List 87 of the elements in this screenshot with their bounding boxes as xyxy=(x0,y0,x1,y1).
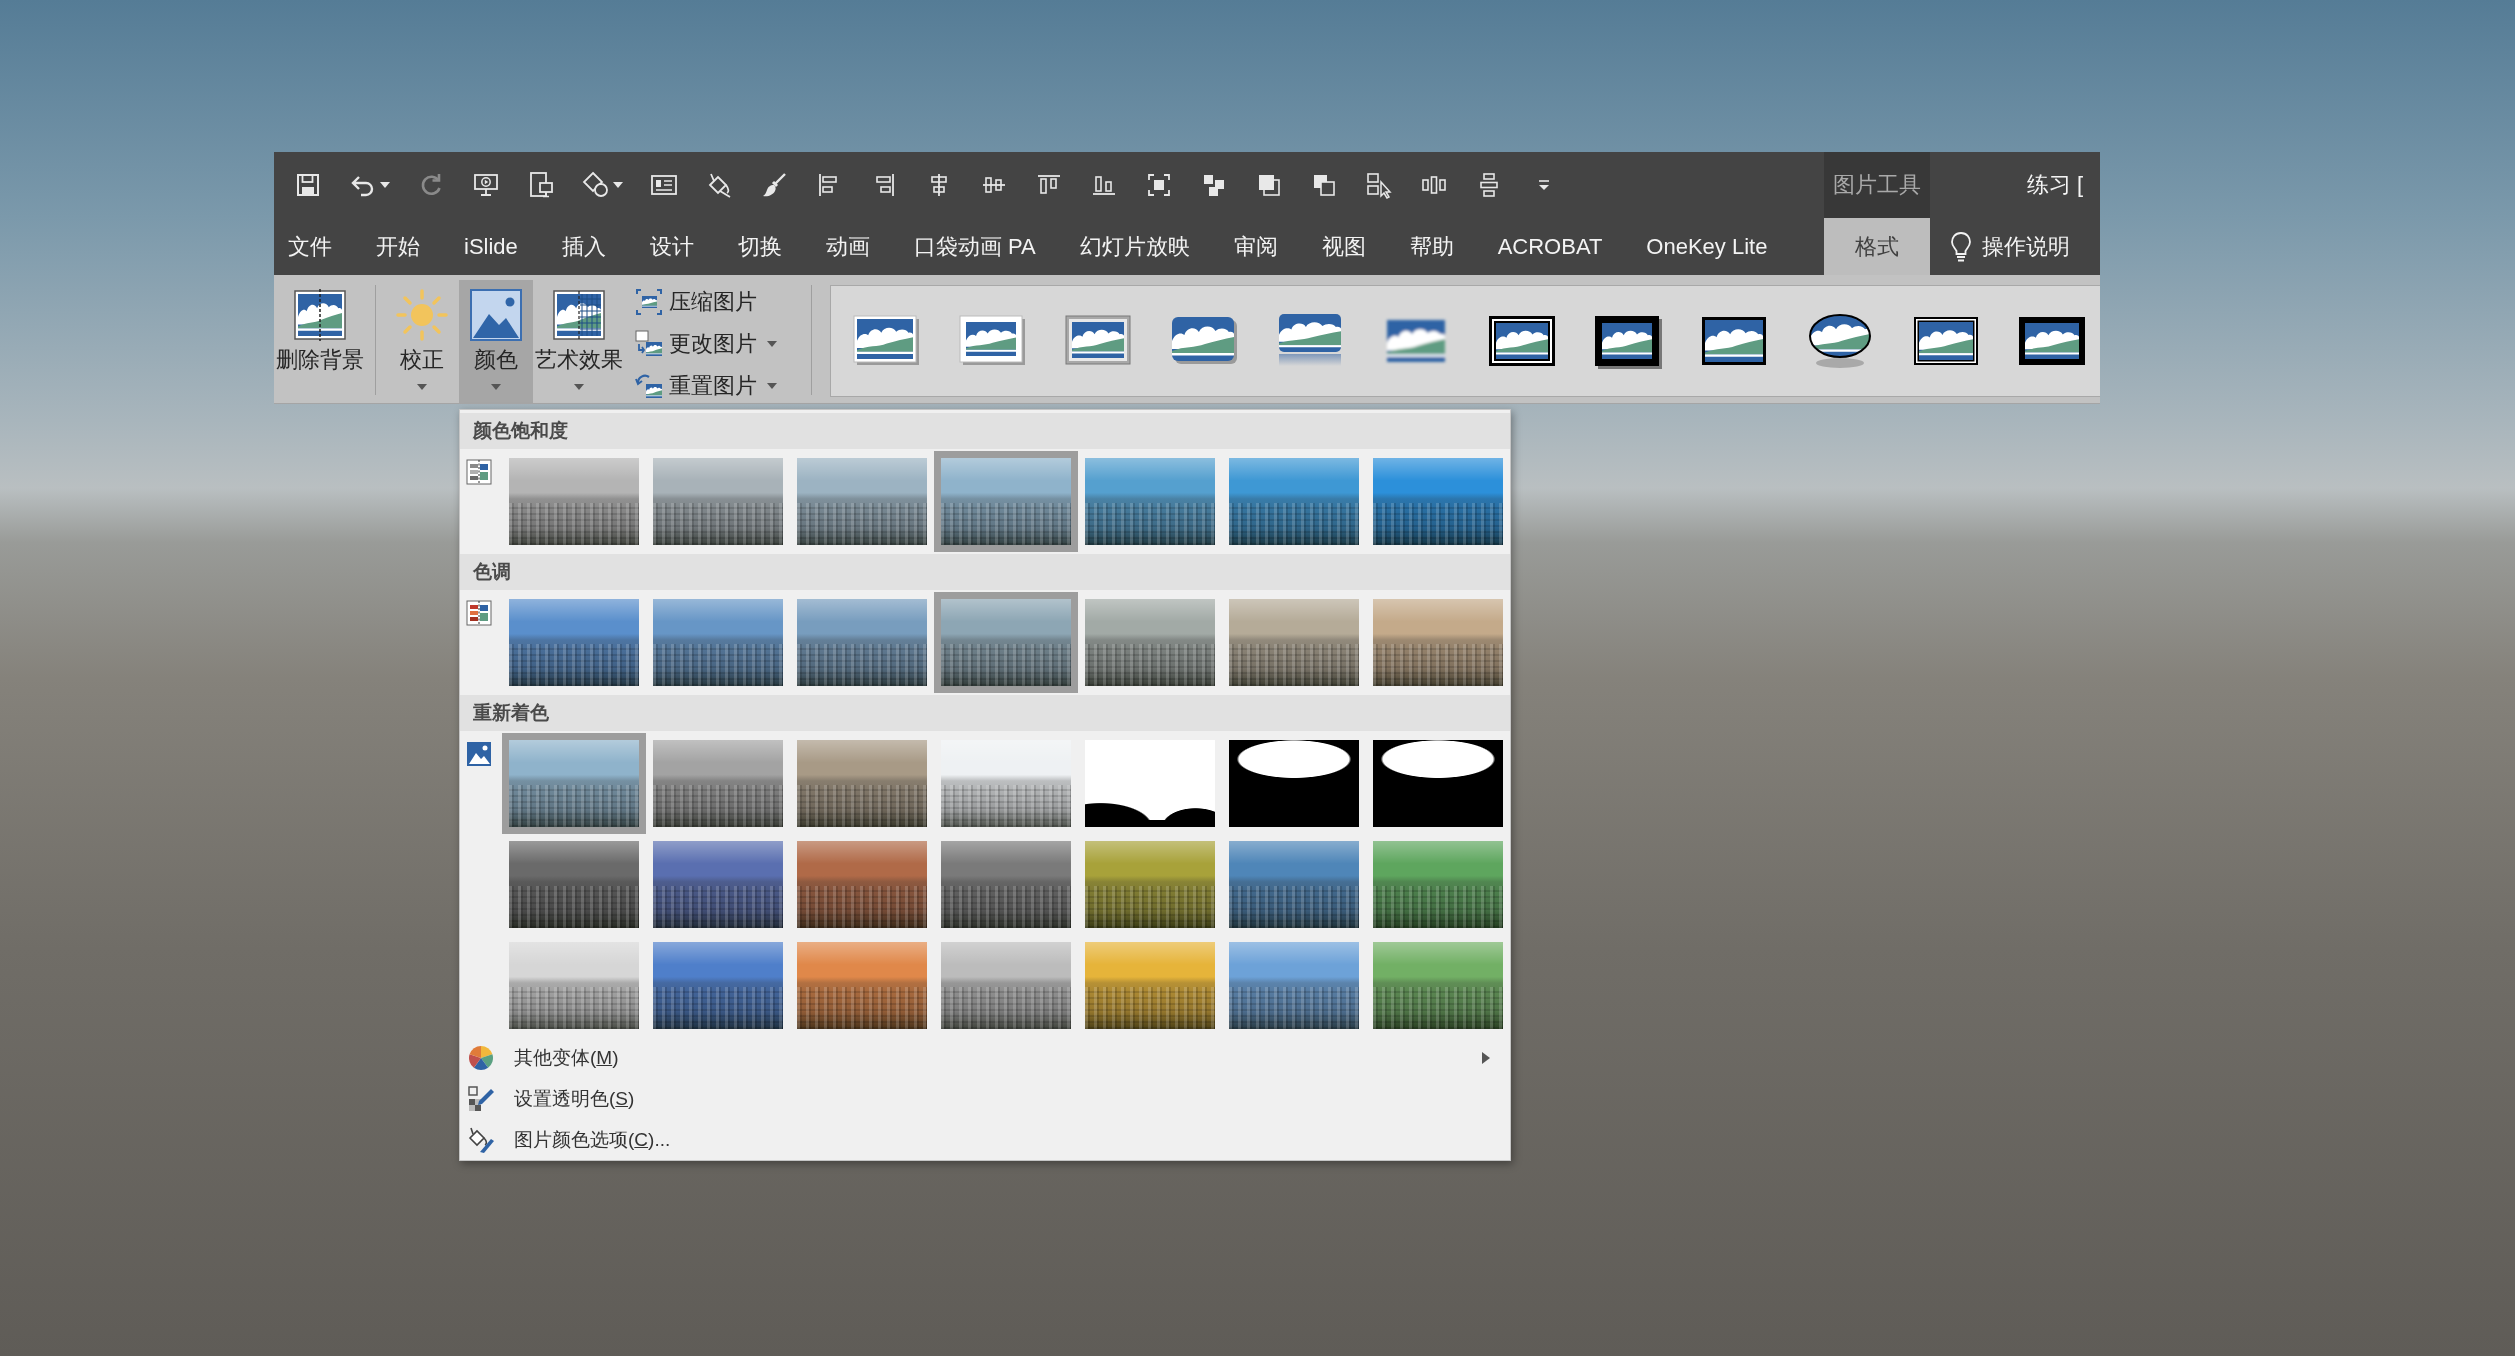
caret-icon[interactable] xyxy=(613,182,623,188)
color-preset-thumbnail[interactable] xyxy=(1229,458,1359,545)
selection-pane-icon[interactable] xyxy=(1365,171,1393,199)
ribbon-tab[interactable]: ACROBAT xyxy=(1475,218,1625,275)
color-preset-thumbnail[interactable] xyxy=(1085,942,1215,1029)
ribbon-tab[interactable]: 帮助 xyxy=(1387,218,1476,275)
section-header: 重新着色 xyxy=(460,695,1510,731)
color-preset-thumbnail[interactable] xyxy=(509,841,639,928)
ribbon-button[interactable]: 艺术效果 xyxy=(533,280,625,404)
picture-icon xyxy=(466,741,492,767)
tell-me-search[interactable]: 操作说明 xyxy=(1930,218,2100,275)
section-header: 颜色饱和度 xyxy=(460,413,1510,449)
ribbon-button[interactable]: 校正 xyxy=(385,280,459,404)
window-title: 练习 [ xyxy=(2026,171,2085,199)
color-preset-thumbnail[interactable] xyxy=(1229,841,1359,928)
color-preset-thumbnail[interactable] xyxy=(1085,740,1215,827)
color-preset-thumbnail[interactable] xyxy=(797,841,927,928)
group-icon[interactable] xyxy=(1145,171,1173,199)
color-preset-thumbnail[interactable] xyxy=(509,942,639,1029)
save-icon[interactable] xyxy=(294,171,322,199)
ribbon-button[interactable]: 删除背景 xyxy=(274,280,366,404)
section-header: 色调 xyxy=(460,554,1510,590)
picture-swap-icon xyxy=(635,330,663,358)
presentation-screen-icon[interactable] xyxy=(472,171,500,199)
picture-corners-icon xyxy=(635,288,663,316)
ribbon-tab[interactable]: 开始 xyxy=(354,218,442,275)
color-preset-thumbnail[interactable] xyxy=(934,592,1078,693)
ribbon-button[interactable]: 更改图片 xyxy=(631,323,781,365)
color-preset-thumbnail[interactable] xyxy=(1373,458,1503,545)
color-preset-thumbnail[interactable] xyxy=(1373,942,1503,1029)
color-preset-thumbnail[interactable] xyxy=(1373,740,1503,827)
color-preset-thumbnail[interactable] xyxy=(653,841,783,928)
ribbon-tab[interactable]: 文件 xyxy=(274,218,354,275)
color-wheel-icon xyxy=(467,1043,495,1072)
color-preset-thumbnail[interactable] xyxy=(509,599,639,686)
color-preset-thumbnail[interactable] xyxy=(797,740,927,827)
color-preset-thumbnail[interactable] xyxy=(1229,599,1359,686)
context-tab-group-label: 图片工具 xyxy=(1824,152,1930,218)
sun-icon xyxy=(395,288,449,342)
color-preset-thumbnail[interactable] xyxy=(1373,599,1503,686)
lightbulb-icon xyxy=(1950,230,1972,263)
color-preset-thumbnail[interactable] xyxy=(509,458,639,545)
menu-item[interactable]: 其他变体(M) xyxy=(460,1037,1510,1078)
checker-pen-icon xyxy=(467,1084,495,1113)
color-preset-thumbnail[interactable] xyxy=(653,740,783,827)
color-preset-thumbnail[interactable] xyxy=(941,841,1071,928)
ribbon-tab[interactable]: 审阅 xyxy=(1211,218,1300,275)
ribbon-tab[interactable]: 口袋动画 PA xyxy=(891,218,1058,275)
color-preset-thumbnail[interactable] xyxy=(1085,458,1215,545)
caret-icon[interactable] xyxy=(380,182,390,188)
color-preset-thumbnail[interactable] xyxy=(1229,942,1359,1029)
color-preset-thumbnail[interactable] xyxy=(941,942,1071,1029)
color-preset-thumbnail[interactable] xyxy=(1229,740,1359,827)
menu-item[interactable]: 图片颜色选项(C)... xyxy=(460,1119,1510,1160)
ribbon-tab[interactable]: 动画 xyxy=(803,218,892,275)
color-preset-thumbnail[interactable] xyxy=(1373,841,1503,928)
color-preset-thumbnail[interactable] xyxy=(1085,599,1215,686)
ribbon-tab[interactable]: iSlide xyxy=(442,218,540,275)
ribbon-tab[interactable]: 格式 xyxy=(1824,218,1930,275)
ribbon-tab[interactable]: 插入 xyxy=(539,218,628,275)
color-preset-thumbnail[interactable] xyxy=(502,733,646,834)
ribbon-tab[interactable]: 视图 xyxy=(1299,218,1388,275)
color-preset-thumbnail[interactable] xyxy=(797,599,927,686)
color-preset-thumbnail[interactable] xyxy=(934,451,1078,552)
slide-monitor-icon[interactable] xyxy=(527,171,555,199)
color-preset-thumbnail[interactable] xyxy=(797,458,927,545)
picture-halves-icon xyxy=(466,600,492,626)
shapes-icon[interactable] xyxy=(582,171,610,199)
paint-bucket-brush-icon xyxy=(467,1125,495,1154)
color-preset-thumbnail[interactable] xyxy=(653,599,783,686)
color-preset-thumbnail[interactable] xyxy=(653,458,783,545)
ribbon-button[interactable]: 压缩图片 xyxy=(631,281,781,323)
menu-item[interactable]: 设置透明色(S) xyxy=(460,1078,1510,1119)
picture-mosaic-icon xyxy=(552,288,606,342)
ribbon-tab[interactable]: OneKey Lite xyxy=(1624,218,1790,275)
ribbon-button[interactable]: 颜色 xyxy=(459,280,533,404)
color-preset-thumbnail[interactable] xyxy=(1085,841,1215,928)
ribbon-tab[interactable]: 幻灯片放映 xyxy=(1057,218,1212,275)
ribbon-button[interactable]: 重置图片 xyxy=(631,365,781,407)
picture-halves-icon xyxy=(466,459,492,485)
picture-icon xyxy=(469,288,523,342)
ribbon-tab[interactable]: 设计 xyxy=(627,218,716,275)
color-preset-thumbnail[interactable] xyxy=(797,942,927,1029)
color-preset-thumbnail[interactable] xyxy=(941,740,1071,827)
ribbon-tab[interactable]: 切换 xyxy=(715,218,804,275)
color-preset-thumbnail[interactable] xyxy=(653,942,783,1029)
picture-undo-icon xyxy=(635,372,663,400)
